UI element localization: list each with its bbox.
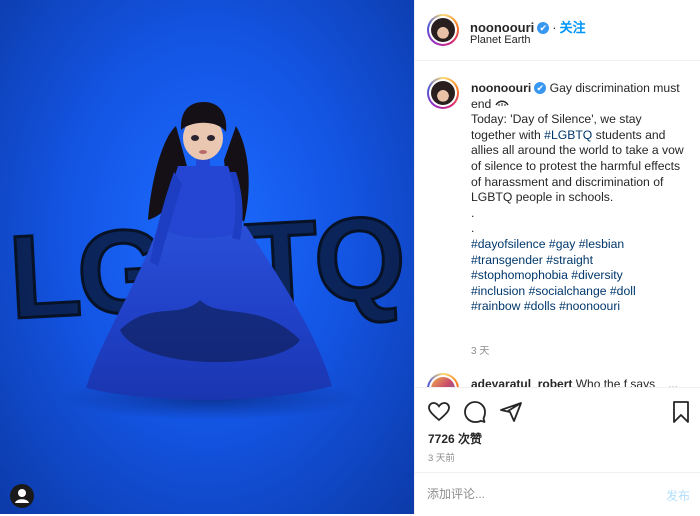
likes-count[interactable]: 7726 次赞 — [428, 430, 482, 447]
comment-username-link[interactable]: adeyaratul_robert — [471, 377, 572, 387]
hashtag-link[interactable]: #stophomophobia — [471, 268, 568, 282]
username-link[interactable]: noonoouri — [470, 20, 534, 35]
hashtag-link[interactable]: #doll — [610, 284, 636, 298]
instagram-post-modal: LGBTQ — [0, 0, 700, 514]
hashtag-link[interactable]: #diversity — [571, 268, 622, 282]
add-comment-bar: 发布 — [415, 472, 700, 516]
hashtag-link[interactable]: #lesbian — [579, 237, 624, 251]
hashtag-link[interactable]: #transgender — [471, 253, 543, 267]
hashtag-link[interactable]: #noonoouri — [559, 299, 620, 313]
comment-icon[interactable] — [463, 400, 487, 424]
post-timestamp[interactable]: 3 天前 — [428, 450, 455, 464]
caption-dot: . — [471, 205, 475, 220]
doll-illustration: LGBTQ — [4, 102, 407, 420]
post-image[interactable]: LGBTQ — [0, 0, 414, 514]
verified-badge-icon: ✔ — [534, 82, 547, 94]
avatar[interactable] — [427, 77, 459, 109]
hashtag-link[interactable]: #socialchange — [529, 284, 607, 298]
user-silhouette-icon[interactable] — [10, 484, 34, 508]
post-header: noonoouri ✔ · 关注 Planet Earth — [415, 0, 700, 61]
comment-more-button[interactable]: ... — [668, 377, 678, 387]
hashtag-link[interactable]: #LGBTQ — [544, 128, 592, 142]
hashtag-link[interactable]: #gay — [549, 237, 575, 251]
comment-body: Who the f says — [575, 377, 656, 387]
separator-dot: · — [552, 20, 557, 35]
comment-text: adeyaratul_robert Who the f says — [471, 377, 655, 387]
comment-input[interactable] — [427, 485, 647, 503]
follow-button[interactable]: 关注 — [560, 20, 586, 35]
avatar[interactable] — [427, 14, 459, 46]
hashtag-link[interactable]: #straight — [546, 253, 593, 267]
comments-area: noonoouri ✔ Gay discrimination must end T… — [415, 61, 700, 387]
zipper-mouth-icon — [495, 100, 509, 106]
caption-username-link[interactable]: noonoouri — [471, 81, 531, 95]
hashtag-link[interactable]: #dolls — [524, 299, 556, 313]
caption-text: noonoouri ✔ Gay discrimination must end T… — [471, 81, 689, 315]
hashtag-link[interactable]: #rainbow — [471, 299, 520, 313]
post-side-panel: noonoouri ✔ · 关注 Planet Earth noonoouri ✔ Ga… — [414, 0, 700, 514]
send-icon[interactable] — [499, 400, 523, 424]
caption-timestamp[interactable]: 3 天 — [471, 342, 489, 357]
hashtag-link[interactable]: #inclusion — [471, 284, 525, 298]
heart-icon[interactable] — [427, 400, 451, 424]
post-actions: 7726 次赞 3 天前 发布 — [415, 387, 700, 515]
caption-dot: . — [471, 221, 475, 236]
verified-badge-icon: ✔ — [537, 22, 550, 34]
location-link[interactable]: Planet Earth — [470, 34, 531, 46]
avatar[interactable] — [427, 373, 459, 387]
post-comment-button[interactable]: 发布 — [666, 487, 690, 504]
hashtag-link[interactable]: #dayofsilence — [471, 237, 546, 251]
bookmark-icon[interactable] — [669, 400, 693, 424]
